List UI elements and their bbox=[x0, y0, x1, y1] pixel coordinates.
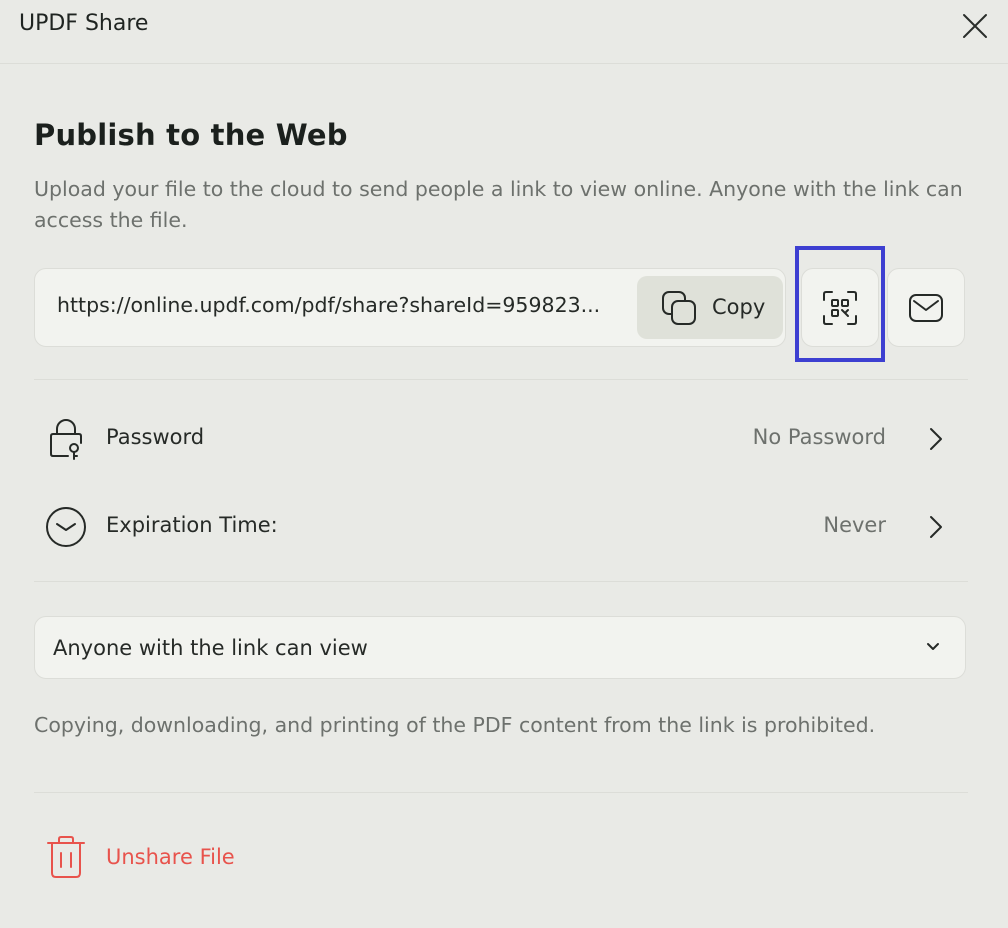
password-setting-row[interactable]: Password No Password bbox=[34, 409, 968, 469]
expiration-value: Never bbox=[823, 513, 886, 537]
expiration-label: Expiration Time: bbox=[106, 513, 278, 537]
window-title: UPDF Share bbox=[19, 11, 149, 36]
updf-share-dialog: UPDF Share Publish to the Web Upload you… bbox=[0, 0, 1008, 928]
chevron-right-icon bbox=[930, 516, 942, 538]
lock-key-icon bbox=[50, 419, 82, 460]
share-link-url[interactable]: https://online.updf.com/pdf/share?shareI… bbox=[57, 293, 627, 317]
access-permission-value: Anyone with the link can view bbox=[53, 636, 368, 660]
clock-icon bbox=[46, 507, 86, 547]
page-description: Upload your file to the cloud to send pe… bbox=[34, 177, 963, 232]
close-button[interactable] bbox=[956, 7, 994, 45]
divider bbox=[34, 792, 968, 793]
chevron-down-icon bbox=[927, 643, 939, 650]
access-permission-select[interactable]: Anyone with the link can view bbox=[34, 616, 966, 679]
trash-icon bbox=[47, 836, 85, 878]
page-title: Publish to the Web bbox=[34, 118, 348, 152]
title-bar: UPDF Share bbox=[0, 0, 1008, 64]
copy-label: Copy bbox=[712, 295, 766, 319]
share-link-field: https://online.updf.com/pdf/share?shareI… bbox=[34, 268, 786, 347]
unshare-file-label: Unshare File bbox=[106, 845, 235, 869]
expiration-setting-row[interactable]: Expiration Time: Never bbox=[34, 497, 968, 557]
divider bbox=[34, 379, 968, 380]
qr-code-button[interactable] bbox=[801, 268, 879, 347]
unshare-file-button[interactable]: Unshare File bbox=[34, 832, 294, 886]
password-value: No Password bbox=[752, 425, 886, 449]
divider bbox=[34, 581, 968, 582]
chevron-right-icon bbox=[930, 428, 942, 450]
copy-icon bbox=[662, 291, 696, 325]
mail-icon bbox=[909, 293, 943, 322]
email-share-button[interactable] bbox=[887, 268, 965, 347]
password-label: Password bbox=[106, 425, 205, 449]
permission-notice: Copying, downloading, and printing of th… bbox=[34, 713, 876, 737]
close-icon bbox=[963, 14, 987, 38]
copy-link-button[interactable]: Copy bbox=[637, 276, 783, 339]
qr-code-icon bbox=[823, 290, 857, 325]
